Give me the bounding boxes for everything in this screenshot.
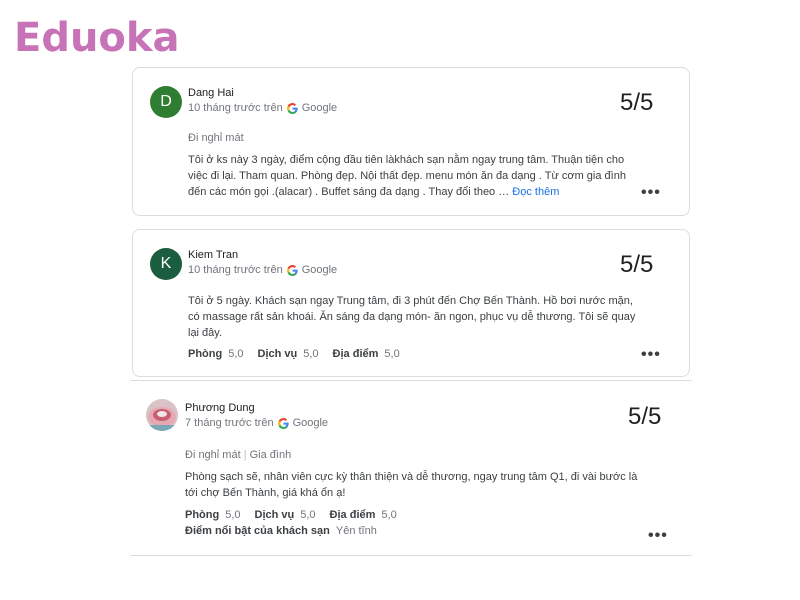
review-time: 10 tháng trước trên [188, 264, 283, 276]
trip-type: Đi nghỉ mát | Gia đình [185, 449, 292, 461]
review-text-content: Tôi ở ks này 3 ngày, điểm cộng đầu tiên … [188, 154, 626, 198]
trip-type: Đi nghỉ mát [188, 132, 244, 144]
google-icon [286, 102, 298, 114]
review-card: Phương Dung 7 tháng trước trên Google 5/… [130, 380, 692, 556]
hotel-highlight: Điểm nổi bật của khách sạn Yên tĩnh [185, 525, 377, 537]
review-meta: 7 tháng trước trên Google [185, 417, 328, 429]
review-text: Tôi ở ks này 3 ngày, điểm cộng đầu tiên … [188, 152, 628, 200]
avatar[interactable] [146, 399, 178, 431]
review-source: Google [292, 417, 329, 429]
review-source: Google [301, 264, 338, 276]
rating-location: Địa điểm 5,0 [329, 509, 397, 521]
rating-service: Dịch vụ 5,0 [254, 509, 316, 521]
review-meta: 10 tháng trước trên Google [188, 264, 337, 276]
review-card: D Dang Hai 10 tháng trước trên Google 5/… [132, 67, 690, 216]
google-icon [277, 417, 289, 429]
review-time: 7 tháng trước trên [185, 417, 274, 429]
review-card: K Kiem Tran 10 tháng trước trên Google 5… [132, 229, 690, 377]
review-text: Tôi ở 5 ngày. Khách sạn ngay Trung tâm, … [188, 295, 636, 339]
rating-room: Phòng 5,0 [185, 509, 241, 521]
reviewer-name[interactable]: Phương Dung [185, 402, 255, 414]
reviewer-name[interactable]: Kiem Tran [188, 249, 238, 261]
more-dots-icon[interactable]: ••• [641, 184, 661, 202]
reviewer-name[interactable]: Dang Hai [188, 87, 234, 99]
rating-room: Phòng 5,0 [188, 348, 244, 360]
google-icon [286, 264, 298, 276]
review-score: 5/5 [620, 89, 654, 116]
review-meta: 10 tháng trước trên Google [188, 102, 337, 114]
category-ratings: Phòng 5,0 Dịch vụ 5,0 Địa điểm 5,0 [185, 509, 397, 521]
rating-service: Dịch vụ 5,0 [257, 348, 319, 360]
review-source: Google [301, 102, 338, 114]
read-more-link[interactable]: Đọc thêm [512, 186, 559, 198]
avatar[interactable]: K [150, 248, 182, 280]
rating-location: Địa điểm 5,0 [332, 348, 400, 360]
more-dots-icon[interactable]: ••• [641, 346, 661, 364]
eduoka-logo: Eduoka [14, 15, 180, 61]
category-ratings: Phòng 5,0 Dịch vụ 5,0 Địa điểm 5,0 [188, 348, 400, 360]
review-time: 10 tháng trước trên [188, 102, 283, 114]
review-score: 5/5 [620, 251, 654, 278]
review-score: 5/5 [628, 403, 662, 430]
review-text: Phòng sạch sẽ, nhân viên cực kỳ thân thi… [185, 471, 638, 499]
more-dots-icon[interactable]: ••• [648, 527, 668, 545]
avatar[interactable]: D [150, 86, 182, 118]
